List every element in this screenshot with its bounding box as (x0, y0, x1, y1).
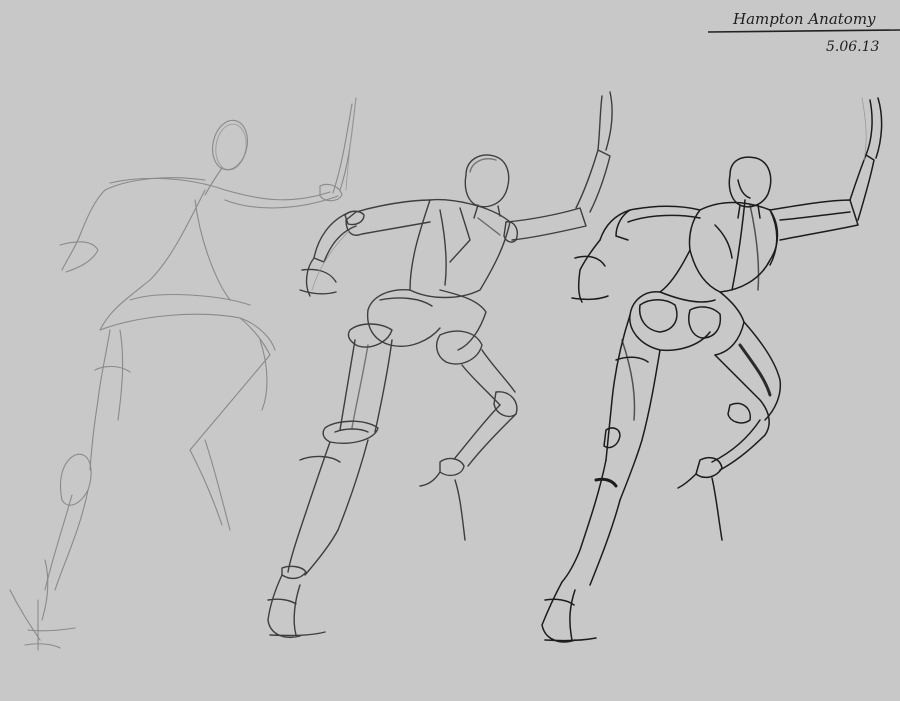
sketch-canvas: Hampton Anatomy 5.06.13 (0, 0, 900, 701)
paper-background (0, 0, 900, 701)
signature-date: 5.06.13 (826, 39, 880, 55)
signature-name: Hampton Anatomy (732, 10, 876, 28)
